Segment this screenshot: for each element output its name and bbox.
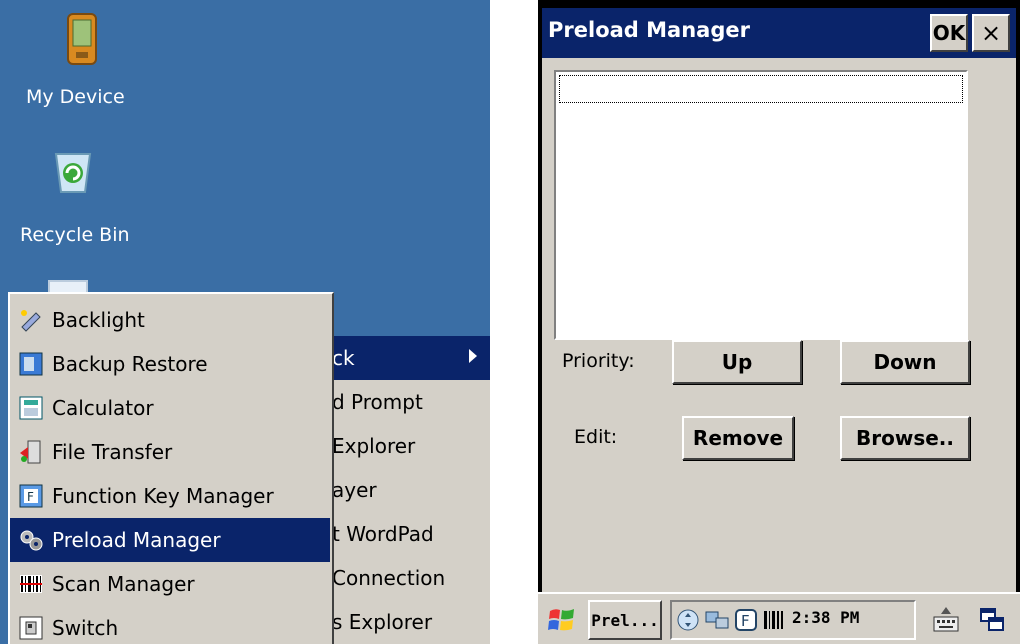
barcode-icon: [20, 575, 42, 593]
close-button[interactable]: ×: [972, 14, 1010, 52]
keyboard-icon: [933, 607, 959, 632]
function-key-f-icon[interactable]: F: [734, 608, 758, 632]
task-button-label: Prel...: [591, 610, 659, 630]
backup-restore-icon: [19, 352, 43, 376]
window-switch-button[interactable]: [974, 600, 1010, 640]
submenu-item[interactable]: t WordPad: [332, 522, 434, 546]
barcode-scanner-icon[interactable]: [762, 608, 786, 632]
edit-label: Edit:: [574, 426, 618, 448]
my-device-label: My Device: [26, 86, 125, 108]
browse-button[interactable]: Browse..: [840, 416, 970, 460]
recycle-bin-label: Recycle Bin: [20, 224, 130, 246]
down-button[interactable]: Down: [840, 340, 970, 384]
task-button-preload[interactable]: Prel...: [588, 600, 662, 640]
up-button[interactable]: Up: [672, 340, 802, 384]
menu-item-label: Calculator: [52, 396, 154, 420]
menu-item-label: Switch: [52, 616, 119, 640]
submenu-item[interactable]: ck: [332, 346, 355, 370]
clock[interactable]: 2:38 PM: [792, 608, 859, 627]
menu-item-backup-restore[interactable]: Backup Restore: [10, 342, 330, 386]
network-icon[interactable]: [704, 608, 730, 632]
menu-item-label: Backlight: [52, 308, 145, 332]
taskbar: Prel... F 2:38 PM: [538, 592, 1020, 644]
menu-item-file-transfer[interactable]: File Transfer: [10, 430, 330, 474]
svg-text:F: F: [741, 612, 750, 630]
menu-item-label: Function Key Manager: [52, 484, 274, 508]
submenu-arrow-icon: [469, 349, 477, 363]
window-title: Preload Manager: [548, 18, 750, 42]
programs-submenu: ck d Prompt Explorer ayer t WordPad Conn…: [320, 336, 490, 644]
function-key-icon: F: [19, 484, 43, 508]
menu-item-preload-manager[interactable]: Preload Manager: [10, 518, 330, 562]
menu-item-label: Backup Restore: [52, 352, 208, 376]
remove-button[interactable]: Remove: [682, 416, 794, 460]
desktop: My Device Recycle Bin ck d Prompt Explor…: [0, 0, 490, 644]
menu-item-switch[interactable]: Switch: [10, 606, 330, 644]
preload-manager-window: Preload Manager OK × Priority: Up Down E…: [542, 8, 1016, 592]
menu-item-calculator[interactable]: Calculator: [10, 386, 330, 430]
menu-item-function-key-manager[interactable]: F Function Key Manager: [10, 474, 330, 518]
system-tray: F 2:38 PM: [670, 600, 916, 640]
file-transfer-icon: [20, 440, 41, 464]
switch-icon: [19, 616, 43, 640]
windows-flag-icon: [548, 609, 574, 631]
sync-icon[interactable]: [676, 608, 700, 632]
recycle-bin-shortcut[interactable]: Recycle Bin: [0, 140, 170, 260]
list-focus-row[interactable]: [559, 75, 963, 103]
backlight-icon: [21, 310, 41, 332]
menu-item-label: File Transfer: [52, 440, 173, 464]
menu-item-scan-manager[interactable]: Scan Manager: [10, 562, 330, 606]
start-menu: Backlight Backup Restore Calculator File…: [8, 292, 334, 644]
menu-item-label: Preload Manager: [52, 528, 221, 552]
keyboard-button[interactable]: [928, 600, 964, 640]
svg-text:F: F: [27, 490, 34, 504]
recycle-bin-icon: [54, 153, 92, 193]
submenu-item[interactable]: Connection: [332, 566, 445, 590]
calculator-icon: [19, 396, 43, 420]
ok-button[interactable]: OK: [930, 14, 968, 52]
submenu-item[interactable]: s Explorer: [332, 610, 432, 634]
close-icon: ×: [980, 19, 1002, 47]
preload-list[interactable]: [554, 70, 968, 340]
start-button[interactable]: [544, 602, 580, 638]
submenu-item[interactable]: ayer: [332, 478, 377, 502]
menu-item-label: Scan Manager: [52, 572, 195, 596]
pda-icon: [67, 13, 97, 65]
window-switch-icon: [980, 608, 1004, 631]
my-device-shortcut[interactable]: My Device: [0, 0, 160, 120]
device-screen: Preload Manager OK × Priority: Up Down E…: [538, 0, 1020, 644]
title-bar: Preload Manager OK ×: [542, 8, 1016, 58]
submenu-item[interactable]: Explorer: [332, 434, 415, 458]
preload-manager-icon: [20, 530, 43, 551]
priority-label: Priority:: [562, 350, 635, 372]
menu-item-backlight[interactable]: Backlight: [10, 298, 330, 342]
submenu-item[interactable]: d Prompt: [332, 390, 423, 414]
